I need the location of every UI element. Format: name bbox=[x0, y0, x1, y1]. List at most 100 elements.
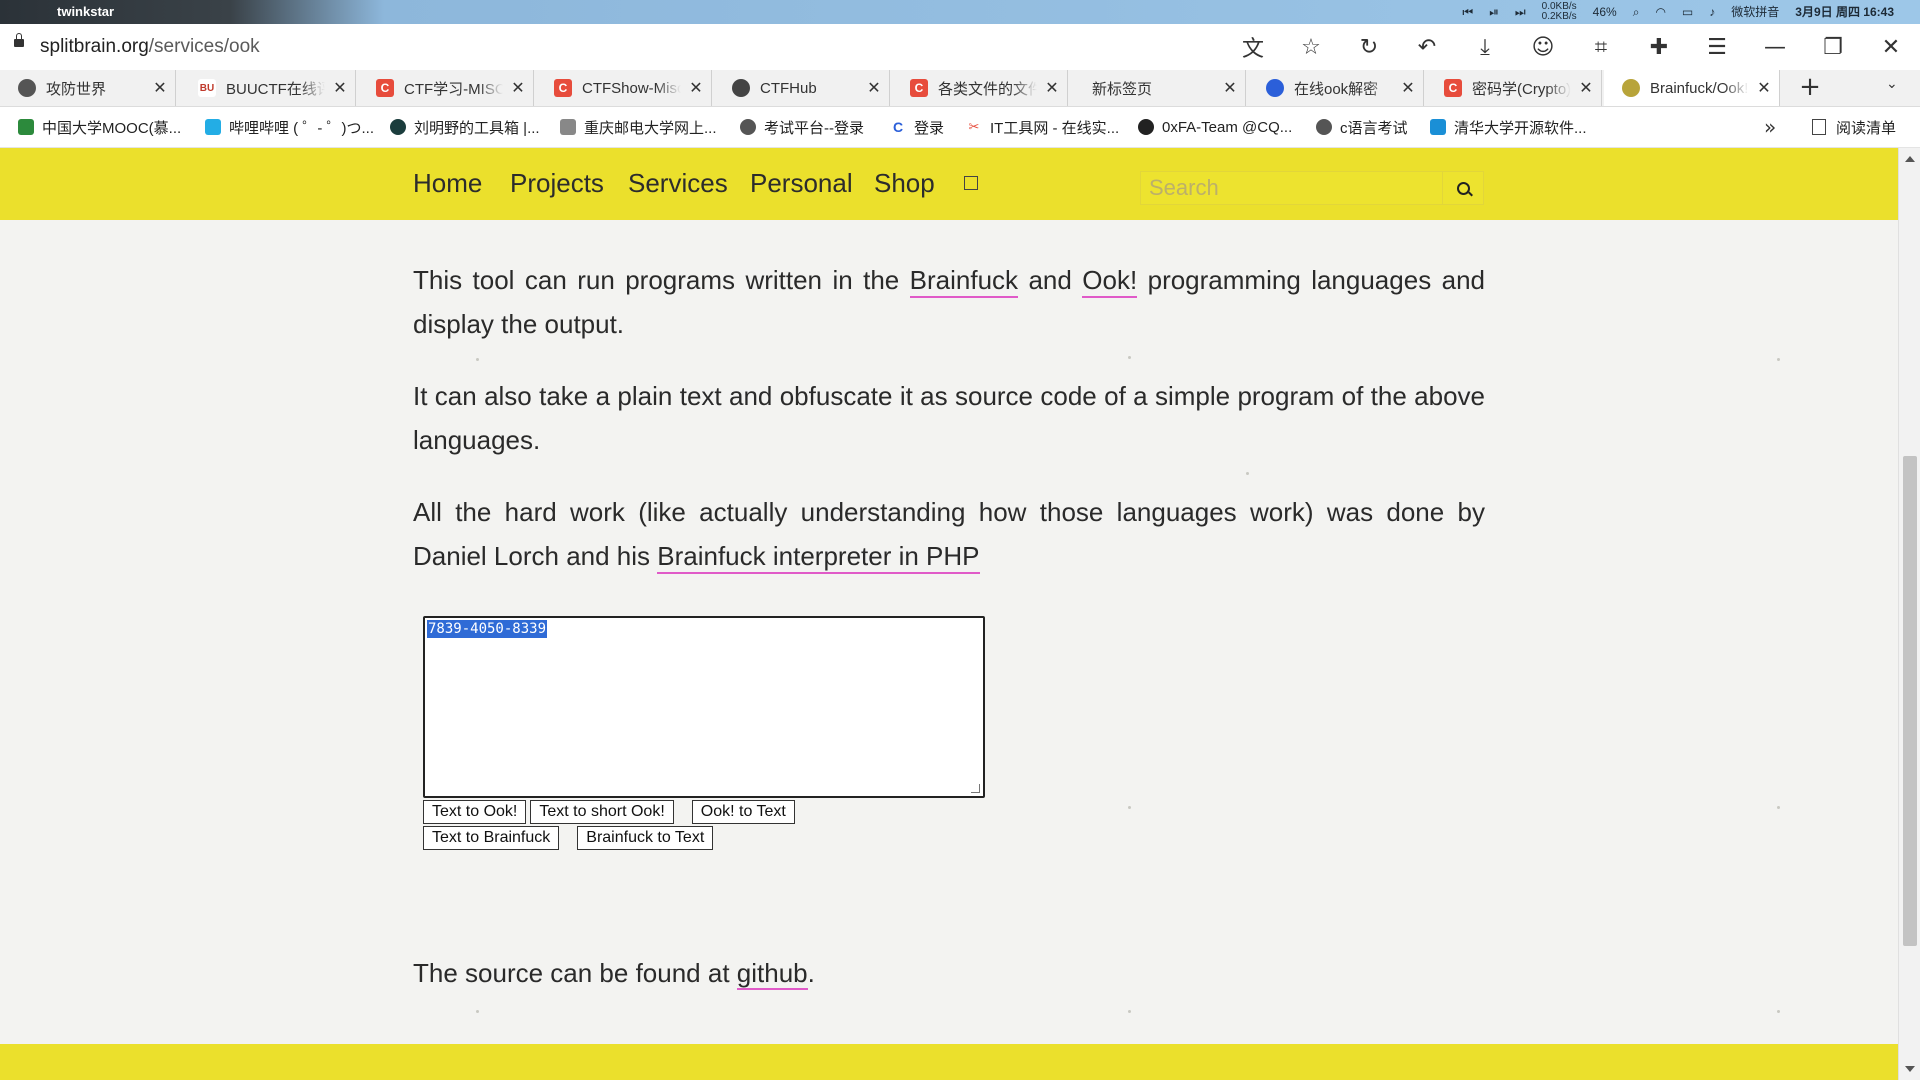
bookmark-item[interactable]: ✂ IT工具网 - 在线实... bbox=[966, 107, 1119, 147]
tab-item[interactable]: BU BUUCTF在线评测 ✕ bbox=[180, 70, 356, 106]
tab-list-chevron-icon[interactable]: ⌄ bbox=[1886, 76, 1898, 92]
wifi-icon[interactable]: ◠ bbox=[1655, 0, 1665, 24]
text-to-brainfuck-button[interactable]: Text to Brainfuck bbox=[423, 826, 560, 850]
address-bar: splitbrain.org/services/ook 文 ☆ ↻ ↶ ⤓ ☺ … bbox=[0, 24, 1920, 71]
paper-speck bbox=[1128, 1010, 1131, 1013]
tab-label: 攻防世界 bbox=[46, 80, 107, 98]
bookmark-label: 登录 bbox=[914, 119, 945, 137]
ime-indicator[interactable]: 微软拼音 bbox=[1731, 0, 1779, 24]
display-icon[interactable]: ▭ bbox=[1682, 0, 1693, 24]
baidu-icon bbox=[1266, 79, 1284, 97]
source-note: The source can be found at github. bbox=[413, 958, 815, 990]
close-tab-icon[interactable]: ✕ bbox=[1571, 78, 1601, 98]
browser-toolbar: 文 ☆ ↻ ↶ ⤓ ☺ ⌗ ✚ ☰ — ❐ ✕ bbox=[1224, 24, 1920, 70]
search-icon[interactable]: ⌕ bbox=[1633, 0, 1640, 24]
scroll-up-arrow-icon[interactable] bbox=[1905, 156, 1915, 162]
restore-icon[interactable]: ❐ bbox=[1804, 24, 1862, 70]
url-field[interactable]: splitbrain.org/services/ook bbox=[40, 36, 260, 58]
button-row-2: Text to Brainfuck Brainfuck to Text bbox=[423, 826, 985, 850]
media-play-icon[interactable]: ⏯ bbox=[1489, 0, 1499, 24]
close-tab-icon[interactable]: ✕ bbox=[859, 78, 889, 98]
bookmark-item[interactable]: 哔哩哔哩 ( ゜- ゜)つ... bbox=[205, 107, 374, 147]
close-tab-icon[interactable]: ✕ bbox=[1037, 78, 1067, 98]
tab-item[interactable]: C CTF学习-MISC ✕ bbox=[358, 70, 534, 106]
tab-item[interactable]: 在线ook解密 ✕ bbox=[1248, 70, 1424, 106]
php-interpreter-link[interactable]: Brainfuck interpreter in PHP bbox=[657, 541, 980, 574]
bookmark-item[interactable]: c语言考试 bbox=[1316, 107, 1408, 147]
search-input[interactable] bbox=[1141, 172, 1441, 204]
bookmark-item[interactable]: 0xFA-Team @CQ... bbox=[1138, 107, 1292, 147]
extensions-icon[interactable]: ✚ bbox=[1630, 24, 1688, 70]
brainfuck-link[interactable]: Brainfuck bbox=[909, 265, 1019, 298]
scroll-thumb[interactable] bbox=[1903, 456, 1917, 946]
bookmark-item[interactable]: 刘明野的工具箱 |... bbox=[390, 107, 540, 147]
media-next-icon[interactable]: ⏭ bbox=[1515, 0, 1526, 24]
tab-item[interactable]: 攻防世界 ✕ bbox=[0, 70, 176, 106]
new-tab-plus-icon[interactable]: + bbox=[1790, 70, 1830, 106]
page-scrollbar[interactable] bbox=[1898, 148, 1920, 1080]
more-bookmarks-icon[interactable]: » bbox=[1764, 115, 1776, 139]
resize-grip-icon[interactable] bbox=[971, 784, 980, 793]
tab-item[interactable]: C CTFShow-Misc ✕ bbox=[536, 70, 712, 106]
menu-extra-icon[interactable] bbox=[964, 176, 978, 190]
os-clock[interactable]: 3月9日 周四 16:43 bbox=[1795, 0, 1894, 24]
close-tab-icon[interactable]: ✕ bbox=[325, 78, 355, 98]
url-host: splitbrain.org bbox=[40, 36, 149, 57]
bookmark-star-icon[interactable]: ☆ bbox=[1282, 24, 1340, 70]
menu-icon[interactable]: ☰ bbox=[1688, 24, 1746, 70]
close-tab-icon[interactable]: ✕ bbox=[1393, 78, 1423, 98]
minimize-icon[interactable]: — bbox=[1746, 24, 1804, 70]
intro-paragraph-1: This tool can run programs written in th… bbox=[413, 258, 1485, 346]
download-icon[interactable]: ⤓ bbox=[1456, 24, 1514, 70]
nav-shop[interactable]: Shop bbox=[874, 168, 935, 199]
scroll-down-arrow-icon[interactable] bbox=[1905, 1066, 1915, 1072]
close-tab-icon[interactable]: ✕ bbox=[1749, 78, 1779, 98]
bookmark-item[interactable]: 考试平台--登录 bbox=[740, 107, 864, 147]
nav-personal[interactable]: Personal bbox=[750, 168, 853, 199]
tab-item[interactable]: 新标签页 ✕ bbox=[1070, 70, 1246, 106]
paper-speck bbox=[1128, 806, 1131, 809]
os-username: twinkstar bbox=[57, 4, 115, 19]
mute-icon[interactable]: ♪ bbox=[1709, 0, 1715, 24]
team-icon bbox=[1138, 119, 1154, 135]
close-window-icon[interactable]: ✕ bbox=[1862, 24, 1920, 70]
refresh-icon[interactable]: ↻ bbox=[1340, 24, 1398, 70]
lock-icon[interactable] bbox=[14, 33, 24, 47]
close-tab-icon[interactable]: ✕ bbox=[681, 78, 711, 98]
bookmark-label: 哔哩哔哩 ( ゜- ゜)つ... bbox=[229, 119, 374, 137]
undo-icon[interactable]: ↶ bbox=[1398, 24, 1456, 70]
translate-icon[interactable]: 文 bbox=[1224, 24, 1282, 70]
crop-icon[interactable]: ⌗ bbox=[1572, 24, 1630, 70]
text-to-ook-button[interactable]: Text to Ook! bbox=[423, 800, 527, 824]
search-button[interactable] bbox=[1442, 172, 1483, 204]
tab-item[interactable]: C 密码学(Crypto) ✕ bbox=[1426, 70, 1602, 106]
tab-item[interactable]: CTFHub ✕ bbox=[714, 70, 890, 106]
text-to-short-ook-button[interactable]: Text to short Ook! bbox=[530, 800, 674, 824]
tab-item-active[interactable]: Brainfuck/Ook! ✕ bbox=[1604, 70, 1780, 106]
reading-list-button[interactable]: 阅读清单 bbox=[1812, 107, 1896, 147]
close-tab-icon[interactable]: ✕ bbox=[145, 78, 175, 98]
github-link[interactable]: github bbox=[736, 958, 808, 990]
close-tab-icon[interactable]: ✕ bbox=[1215, 78, 1245, 98]
tab-label: CTFShow-Misc bbox=[582, 79, 681, 97]
bookmark-item[interactable]: 中国大学MOOC(慕... bbox=[18, 107, 181, 147]
account-icon[interactable]: ☺ bbox=[1514, 24, 1572, 70]
bookmark-label: 0xFA-Team @CQ... bbox=[1162, 118, 1293, 136]
os-status-area: ⏮ ⏯ ⏭ 0.0KB/s 0.2KB/s 46% ⌕ ◠ ▭ ♪ 微软拼音 3… bbox=[1462, 0, 1894, 24]
bookmark-item[interactable]: 清华大学开源软件... bbox=[1430, 107, 1587, 147]
os-top-bar: twinkstar ⏮ ⏯ ⏭ 0.0KB/s 0.2KB/s 46% ⌕ ◠ … bbox=[0, 0, 1920, 24]
home-icon bbox=[560, 119, 576, 135]
nav-services[interactable]: Services bbox=[628, 168, 728, 199]
media-prev-icon[interactable]: ⏮ bbox=[1462, 0, 1473, 24]
paper-speck bbox=[476, 1010, 479, 1013]
code-textarea[interactable] bbox=[423, 616, 985, 798]
close-tab-icon[interactable]: ✕ bbox=[503, 78, 533, 98]
tab-item[interactable]: C 各类文件的文件头 ✕ bbox=[892, 70, 1068, 106]
nav-projects[interactable]: Projects bbox=[510, 168, 604, 199]
bookmark-item[interactable]: 重庆邮电大学网上... bbox=[560, 107, 717, 147]
ook-to-text-button[interactable]: Ook! to Text bbox=[691, 800, 795, 824]
brainfuck-to-text-button[interactable]: Brainfuck to Text bbox=[577, 826, 714, 850]
ook-link[interactable]: Ook! bbox=[1082, 265, 1138, 298]
bookmark-item[interactable]: C 登录 bbox=[890, 107, 944, 147]
nav-home[interactable]: Home bbox=[413, 168, 482, 199]
